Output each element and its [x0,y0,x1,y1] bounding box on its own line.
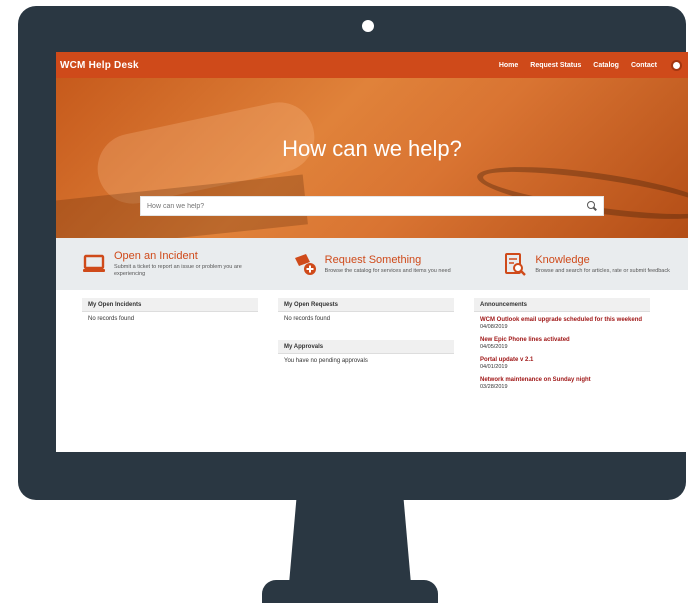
search-input[interactable] [147,202,587,210]
action-desc: Browse the catalog for services and item… [324,267,451,274]
widget-header: My Open Incidents [82,298,258,312]
action-desc: Browse and search for articles, rate or … [535,267,670,274]
monitor-stand-neck [289,500,411,584]
widget-my-approvals: My Approvals You have no pending approva… [278,340,454,372]
widget-my-open-requests: My Open Requests No records found [278,298,454,330]
announcement-title[interactable]: Portal update v 2.1 [480,356,644,364]
announcement-item[interactable]: New Epic Phone lines activated 04/05/201… [480,336,644,350]
cart-add-icon [294,254,316,275]
monitor-stand-base [262,580,438,603]
nav-link-catalog[interactable]: Catalog [593,62,619,69]
widget-header: My Approvals [278,340,454,354]
announcement-item[interactable]: Network maintenance on Sunday night 03/2… [480,376,644,390]
column-right: Announcements WCM Outlook email upgrade … [474,298,650,410]
nav-links: Home Request Status Catalog Contact [499,59,688,71]
action-title: Open an Incident [114,250,198,262]
widget-header: My Open Requests [278,298,454,312]
widget-my-open-incidents: My Open Incidents No records found [82,298,258,330]
action-knowledge[interactable]: Knowledge Browse and search for articles… [477,238,688,290]
announcement-title[interactable]: WCM Outlook email upgrade scheduled for … [480,316,644,324]
announcement-item[interactable]: Portal update v 2.1 04/01/2019 [480,356,644,370]
announcement-title[interactable]: Network maintenance on Sunday night [480,376,644,384]
widget-announcements: Announcements WCM Outlook email upgrade … [474,298,650,400]
column-middle: My Open Requests No records found My App… [278,298,454,382]
empty-message: No records found [284,316,331,322]
announcement-date: 04/08/2019 [480,324,508,330]
search-icon[interactable] [587,201,597,211]
announcement-item[interactable]: WCM Outlook email upgrade scheduled for … [480,316,644,330]
hero-stethoscope-shape [474,156,688,230]
empty-message: No records found [88,316,135,322]
column-left: My Open Incidents No records found [82,298,258,340]
announcement-date: 04/01/2019 [480,364,508,370]
empty-message: You have no pending approvals [284,358,368,364]
top-nav: WCM Help Desk Home Request Status Catalo… [56,52,688,78]
document-search-icon [505,253,527,276]
search-box[interactable] [140,196,604,216]
nav-link-request-status[interactable]: Request Status [530,62,581,69]
action-request-something[interactable]: Request Something Browse the catalog for… [267,238,478,290]
content-area: My Open Incidents No records found My Op… [56,298,688,448]
announcement-date: 03/28/2019 [480,384,508,390]
nav-link-home[interactable]: Home [499,62,518,69]
announcement-date: 04/05/2019 [480,344,508,350]
nav-link-contact[interactable]: Contact [631,62,657,69]
action-title: Knowledge [535,253,590,266]
action-open-incident[interactable]: Open an Incident Submit a ticket to repo… [56,238,267,290]
brand-title[interactable]: WCM Help Desk [60,60,139,71]
camera-dot [362,20,374,32]
user-avatar[interactable] [671,59,682,71]
announcement-title[interactable]: New Epic Phone lines activated [480,336,644,344]
hero-banner: How can we help? [56,78,688,238]
action-strip: Open an Incident Submit a ticket to repo… [56,238,688,290]
laptop-icon [83,254,105,272]
action-desc: Submit a ticket to report an issue or pr… [114,264,242,277]
action-title: Request Something [324,253,422,266]
hero-title: How can we help? [282,136,462,161]
widget-header: Announcements [474,298,650,312]
screen: WCM Help Desk Home Request Status Catalo… [56,52,688,452]
